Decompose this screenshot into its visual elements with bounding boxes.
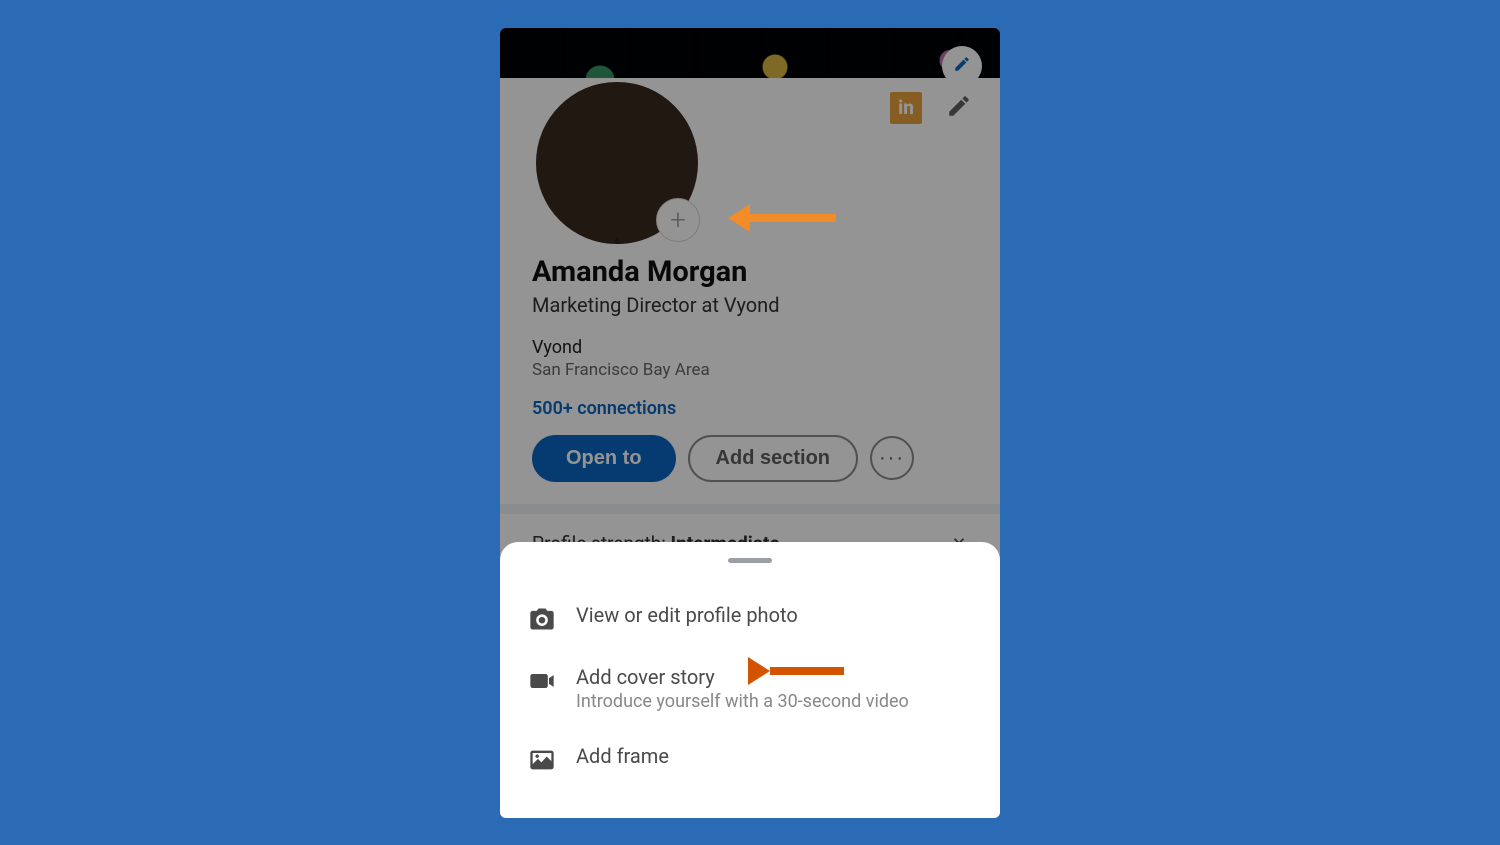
- sheet-item-title: View or edit profile photo: [576, 603, 798, 627]
- sheet-item-add-cover-story[interactable]: Add cover story Introduce yourself with …: [528, 649, 972, 728]
- sheet-item-view-edit-photo[interactable]: View or edit profile photo: [528, 587, 972, 649]
- sheet-item-title: Add frame: [576, 744, 669, 768]
- annotation-arrow-icon: [748, 657, 844, 685]
- annotation-arrow-icon: [728, 204, 836, 232]
- sheet-item-title: Add cover story: [576, 665, 909, 689]
- sheet-grabber[interactable]: [728, 558, 772, 563]
- phone-screen: + in Amanda Morgan Marketing Director at…: [500, 28, 1000, 818]
- sheet-item-add-frame[interactable]: Add frame: [528, 728, 972, 790]
- photo-options-sheet: View or edit profile photo Add cover sto…: [500, 542, 1000, 818]
- image-icon: [528, 746, 556, 774]
- camera-icon: [528, 605, 556, 633]
- sheet-item-subtitle: Introduce yourself with a 30-second vide…: [576, 691, 909, 712]
- video-icon: [528, 667, 556, 695]
